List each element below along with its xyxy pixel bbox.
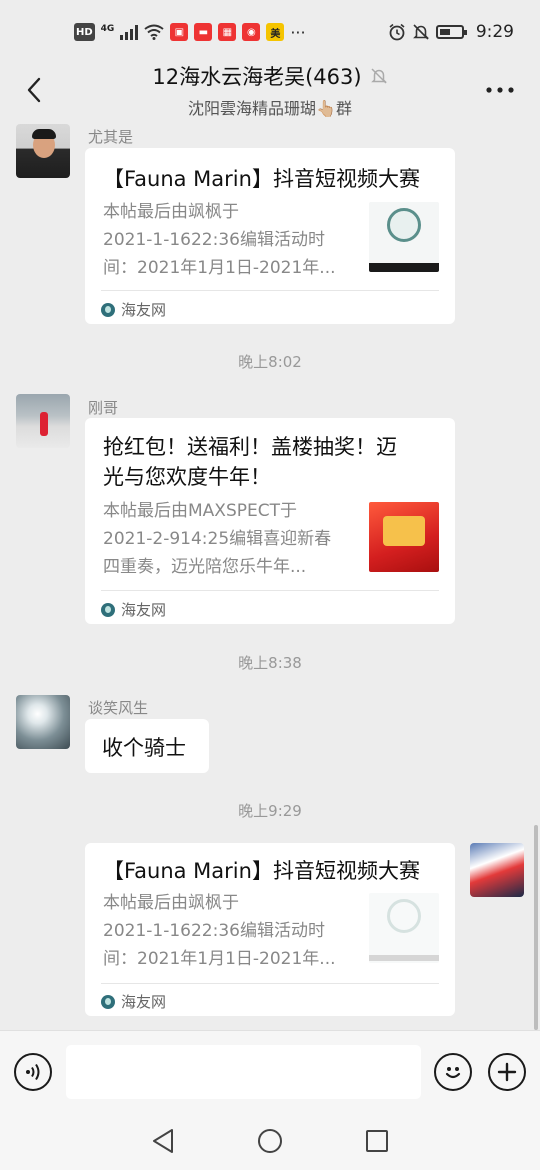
square-recents-icon xyxy=(365,1130,388,1152)
card-title-line: 光与您欢度牛年！ xyxy=(103,465,271,489)
avatar[interactable] xyxy=(16,124,70,178)
chat-header: 12海水云海老吴(463) 沈阳雲海精品珊瑚👆🏼群 xyxy=(0,60,540,120)
card-title: 【Fauna Marin】抖音短视频大赛 xyxy=(103,167,420,191)
back-arrow-icon xyxy=(27,77,41,103)
source-logo-icon xyxy=(101,994,115,1009)
avatar[interactable] xyxy=(16,394,70,448)
bell-muted-icon xyxy=(370,68,387,84)
source-logo-icon xyxy=(101,602,115,617)
message-input[interactable] xyxy=(66,1045,421,1099)
card-description-line: 本帖最后由MAXSPECT于 xyxy=(103,501,297,521)
add-button[interactable] xyxy=(488,1053,526,1091)
card-divider xyxy=(101,290,439,291)
card-description-line: 2021-1-1622:36编辑活动时 xyxy=(103,921,325,941)
more-button[interactable] xyxy=(480,72,520,108)
card-source-label: 海友网 xyxy=(121,301,167,319)
chat-message-list[interactable]: 尤其是 【Fauna Marin】抖音短视频大赛 本帖最后由飒枫于 2021-1… xyxy=(0,120,540,1030)
card-description: 本帖最后由飒枫于 2021-1-1622:36编辑活动时 间：2021年1月1日… xyxy=(103,889,353,973)
status-bar-right: 9:29 xyxy=(388,22,514,42)
chat-title: 12海水云海老吴(463) xyxy=(152,65,362,89)
card-divider xyxy=(101,590,439,591)
card-description-line: 四重奏，迈光陪您乐牛年... xyxy=(103,557,307,577)
message-input-bar xyxy=(0,1030,540,1112)
card-description-line: 本帖最后由飒枫于 xyxy=(103,893,239,913)
sender-name: 谈笑风生 xyxy=(88,699,149,717)
status-bar: HD 4G ▣ ▬ ▦ ◉ 美 ··· 9:29 xyxy=(0,0,540,64)
link-card-message[interactable]: 抢红包！送福利！盖楼抽奖！迈 光与您欢度牛年！ 本帖最后由MAXSPECT于 2… xyxy=(85,418,455,624)
emoji-button[interactable] xyxy=(434,1053,472,1091)
card-title: 抢红包！送福利！盖楼抽奖！迈 光与您欢度牛年！ xyxy=(103,432,441,492)
card-source: 海友网 xyxy=(101,299,166,320)
link-card-message[interactable]: 【Fauna Marin】抖音短视频大赛 本帖最后由飒枫于 2021-1-162… xyxy=(85,843,455,1016)
message-timestamp: 晚上8:38 xyxy=(238,654,302,672)
nav-recents-button[interactable] xyxy=(357,1121,397,1161)
circle-home-icon xyxy=(257,1129,282,1153)
card-divider xyxy=(101,983,439,984)
battery-icon xyxy=(435,25,467,39)
card-description-line: 本帖最后由飒枫于 xyxy=(103,202,239,222)
message-text: 收个骑士 xyxy=(102,736,186,760)
more-dots-icon xyxy=(486,87,514,93)
meituan-app-icon: 美 xyxy=(266,23,285,41)
card-source-label: 海友网 xyxy=(121,601,167,619)
status-time: 9:29 xyxy=(475,22,514,42)
card-description-line: 间：2021年1月1日-2021年... xyxy=(103,949,336,969)
app-notification-icon: ▦ xyxy=(218,23,237,41)
system-nav-bar xyxy=(0,1112,540,1170)
card-description-line: 2021-1-1622:36编辑活动时 xyxy=(103,230,325,250)
wifi-icon xyxy=(144,24,164,40)
source-logo-icon xyxy=(101,302,115,317)
message-timestamp: 晚上8:02 xyxy=(238,353,302,371)
message-timestamp: 晚上9:29 xyxy=(238,802,302,820)
nav-home-button[interactable] xyxy=(250,1121,290,1161)
card-description: 本帖最后由飒枫于 2021-1-1622:36编辑活动时 间：2021年1月1日… xyxy=(103,198,353,282)
app-notification-icon: ◉ xyxy=(242,23,261,41)
avatar[interactable] xyxy=(16,695,70,749)
nav-back-button[interactable] xyxy=(143,1121,183,1161)
avatar-self[interactable] xyxy=(470,843,524,897)
chat-subtitle: 沈阳雲海精品珊瑚👆🏼群 xyxy=(188,99,352,118)
app-notification-icon: ▬ xyxy=(194,23,213,41)
card-title-line: 抢红包！送福利！盖楼抽奖！迈 xyxy=(103,435,397,459)
back-button[interactable] xyxy=(14,70,54,110)
link-card-message[interactable]: 【Fauna Marin】抖音短视频大赛 本帖最后由飒枫于 2021-1-162… xyxy=(85,148,455,324)
chat-title-row: 12海水云海老吴(463) xyxy=(152,61,387,91)
card-thumbnail xyxy=(369,502,439,572)
app-notification-icon: ▣ xyxy=(170,23,189,41)
more-notifications-icon: ··· xyxy=(290,22,306,42)
voice-icon xyxy=(26,1063,40,1081)
card-description: 本帖最后由MAXSPECT于 2021-2-914:25编辑喜迎新春 四重奏，迈… xyxy=(103,497,353,581)
card-description-line: 2021-2-914:25编辑喜迎新春 xyxy=(103,529,332,549)
card-source: 海友网 xyxy=(101,991,166,1012)
triangle-back-icon xyxy=(153,1129,174,1153)
card-source: 海友网 xyxy=(101,599,166,620)
card-description-line: 间：2021年1月1日-2021年... xyxy=(103,258,336,278)
alarm-icon xyxy=(389,23,405,41)
chat-scrollbar[interactable] xyxy=(534,825,538,1030)
plus-icon xyxy=(497,1062,517,1082)
card-thumbnail xyxy=(369,893,439,963)
signal-icon xyxy=(120,24,139,40)
bell-muted-icon xyxy=(412,24,429,40)
hd-network-icon: HD xyxy=(74,23,95,41)
card-thumbnail xyxy=(369,202,439,272)
voice-button[interactable] xyxy=(14,1053,52,1091)
status-bar-left: HD 4G ▣ ▬ ▦ ◉ 美 ··· xyxy=(74,23,306,42)
card-title: 【Fauna Marin】抖音短视频大赛 xyxy=(103,859,420,883)
text-message[interactable]: 收个骑士 xyxy=(85,719,209,773)
emoji-icon xyxy=(445,1067,461,1079)
network-gen-label: 4G xyxy=(100,24,115,34)
sender-name: 刚哥 xyxy=(88,399,119,417)
sender-name: 尤其是 xyxy=(88,128,134,146)
card-source-label: 海友网 xyxy=(121,993,167,1011)
